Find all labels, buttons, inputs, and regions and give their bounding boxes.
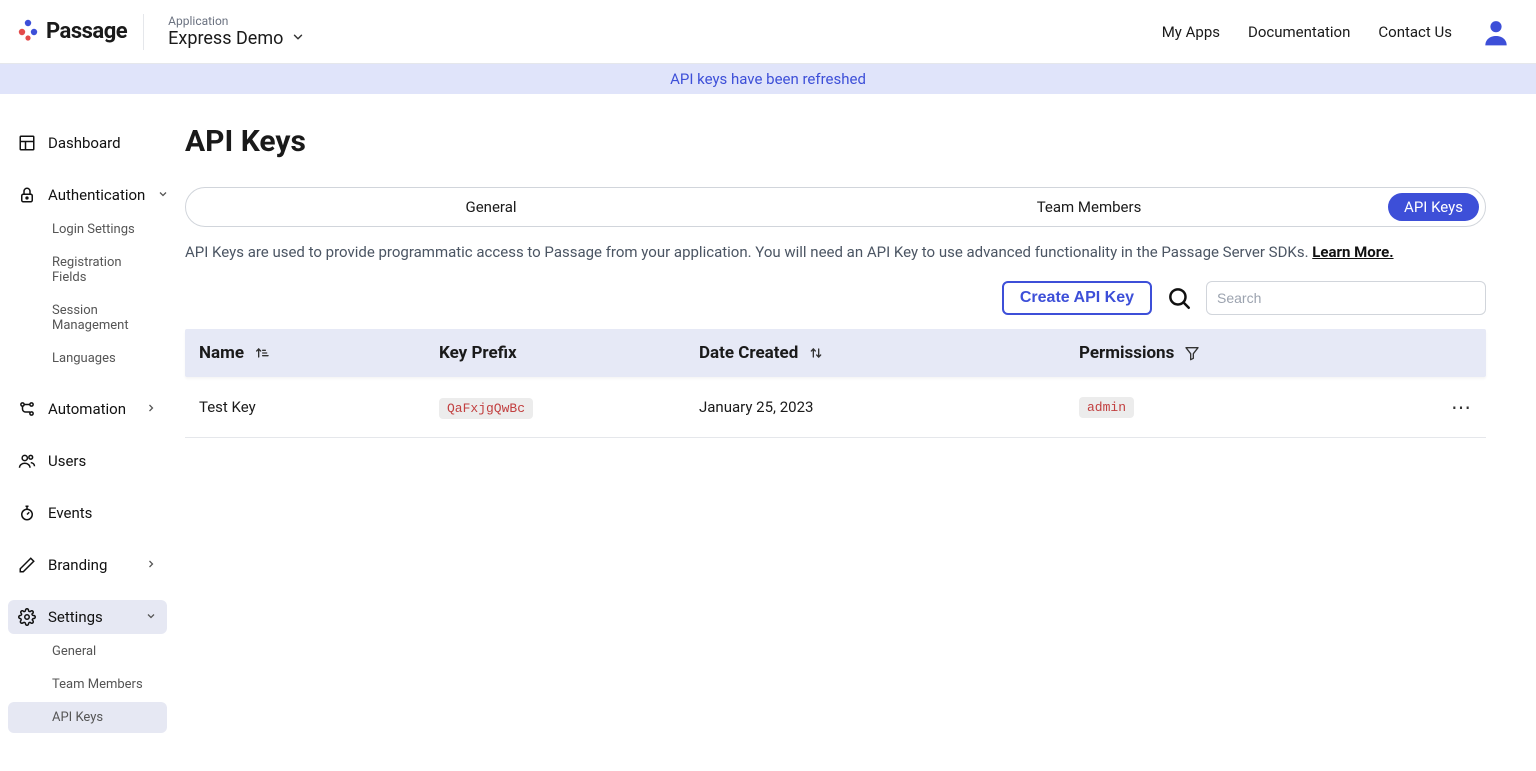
cell-date: January 25, 2023 xyxy=(699,398,1079,416)
page-description: API Keys are used to provide programmati… xyxy=(185,243,1486,261)
brand-name: Passage xyxy=(46,19,127,44)
chevron-right-icon xyxy=(145,400,157,418)
app-switcher-label: Application xyxy=(168,14,305,28)
sidebar-label: Authentication xyxy=(48,186,145,204)
sidebar-label: Users xyxy=(48,452,86,470)
search-input[interactable] xyxy=(1206,281,1486,315)
sidebar-label: Team Members xyxy=(52,677,143,692)
application-switcher[interactable]: Application Express Demo xyxy=(168,14,305,49)
settings-tabs: General Team Members API Keys xyxy=(185,187,1486,227)
sort-updown-icon xyxy=(808,345,824,361)
column-label: Key Prefix xyxy=(439,343,517,363)
dashboard-icon xyxy=(18,134,36,152)
top-bar: Passage Application Express Demo My Apps… xyxy=(0,0,1536,64)
sidebar-item-registration-fields[interactable]: Registration Fields xyxy=(8,247,167,293)
stopwatch-icon xyxy=(18,504,36,522)
cell-text: January 25, 2023 xyxy=(699,398,813,416)
sidebar: Dashboard Authentication Login Settings … xyxy=(0,94,175,771)
sidebar-item-login-settings[interactable]: Login Settings xyxy=(8,214,167,245)
cell-text: Test Key xyxy=(199,398,256,416)
tab-api-keys[interactable]: API Keys xyxy=(1388,193,1479,221)
cell-prefix: QaFxjgQwBc xyxy=(439,398,699,416)
table-controls: Create API Key xyxy=(185,281,1486,315)
chevron-right-icon xyxy=(145,556,157,574)
user-avatar[interactable] xyxy=(1480,16,1512,48)
column-label: Permissions xyxy=(1079,343,1174,363)
nav-my-apps[interactable]: My Apps xyxy=(1162,23,1220,41)
users-icon xyxy=(18,452,36,470)
nav-contact-us[interactable]: Contact Us xyxy=(1378,23,1452,41)
banner-text: API keys have been refreshed xyxy=(670,70,866,88)
sidebar-item-languages[interactable]: Languages xyxy=(8,343,167,374)
sidebar-item-settings-apikeys[interactable]: API Keys xyxy=(8,702,167,733)
column-header-prefix[interactable]: Key Prefix xyxy=(439,343,699,363)
cell-name: Test Key xyxy=(199,398,439,416)
chevron-down-icon xyxy=(145,608,157,626)
column-label: Name xyxy=(199,343,244,363)
brand-logo[interactable]: Passage xyxy=(16,18,143,46)
sidebar-item-events[interactable]: Events xyxy=(8,496,167,530)
chevron-down-icon xyxy=(291,28,305,49)
learn-more-link[interactable]: Learn More. xyxy=(1312,243,1393,261)
create-api-key-button[interactable]: Create API Key xyxy=(1002,281,1152,315)
sidebar-label: Login Settings xyxy=(52,222,135,237)
pen-icon xyxy=(18,556,36,574)
sidebar-label: Dashboard xyxy=(48,134,121,152)
notification-banner: API keys have been refreshed xyxy=(0,64,1536,94)
column-header-permissions[interactable]: Permissions xyxy=(1079,343,1432,363)
sidebar-item-session-management[interactable]: Session Management xyxy=(8,295,167,341)
column-header-date[interactable]: Date Created xyxy=(699,343,1079,363)
permission-chip: admin xyxy=(1079,397,1134,418)
sidebar-label: Languages xyxy=(52,351,116,366)
passage-logo-icon xyxy=(16,18,40,46)
automation-icon xyxy=(18,400,36,418)
main-content: API Keys General Team Members API Keys A… xyxy=(175,94,1536,771)
tab-general[interactable]: General xyxy=(192,192,790,222)
app-switcher-name-text: Express Demo xyxy=(168,28,283,49)
table-header: Name Key Prefix Date Created Permissions xyxy=(185,329,1486,377)
sidebar-label: Session Management xyxy=(52,303,157,333)
gear-icon xyxy=(18,608,36,626)
sidebar-label: Settings xyxy=(48,608,103,626)
description-text: API Keys are used to provide programmati… xyxy=(185,243,1312,261)
sidebar-item-users[interactable]: Users xyxy=(8,444,167,478)
tab-team-members[interactable]: Team Members xyxy=(790,192,1388,222)
column-label: Date Created xyxy=(699,343,798,363)
sidebar-item-settings-team[interactable]: Team Members xyxy=(8,669,167,700)
nav-documentation[interactable]: Documentation xyxy=(1248,23,1350,41)
lock-icon xyxy=(18,186,36,204)
table-row: Test Key QaFxjgQwBc January 25, 2023 adm… xyxy=(185,377,1486,438)
sidebar-label: Registration Fields xyxy=(52,255,157,285)
sidebar-label: Events xyxy=(48,504,92,522)
column-header-name[interactable]: Name xyxy=(199,343,439,363)
search-icon[interactable] xyxy=(1166,285,1192,311)
sidebar-item-authentication[interactable]: Authentication xyxy=(8,178,167,212)
sidebar-item-dashboard[interactable]: Dashboard xyxy=(8,126,167,160)
sidebar-item-branding[interactable]: Branding xyxy=(8,548,167,582)
page-title: API Keys xyxy=(185,124,1486,159)
chevron-down-icon xyxy=(157,186,169,204)
cell-permissions: admin xyxy=(1079,397,1432,418)
sidebar-item-settings-general[interactable]: General xyxy=(8,636,167,667)
api-keys-table: Name Key Prefix Date Created Permissions xyxy=(185,329,1486,438)
sidebar-label: Automation xyxy=(48,400,126,418)
sidebar-item-automation[interactable]: Automation xyxy=(8,392,167,426)
row-actions-menu[interactable]: ⋯ xyxy=(1451,395,1472,419)
key-prefix-chip: QaFxjgQwBc xyxy=(439,398,533,419)
sidebar-label: API Keys xyxy=(52,710,103,725)
filter-icon xyxy=(1184,345,1200,361)
top-nav: My Apps Documentation Contact Us xyxy=(1162,16,1512,48)
sidebar-item-settings[interactable]: Settings xyxy=(8,600,167,634)
divider xyxy=(143,14,144,50)
sidebar-label: General xyxy=(52,644,96,659)
app-switcher-name: Express Demo xyxy=(168,28,305,49)
sidebar-label: Branding xyxy=(48,556,107,574)
sort-asc-icon xyxy=(254,345,270,361)
